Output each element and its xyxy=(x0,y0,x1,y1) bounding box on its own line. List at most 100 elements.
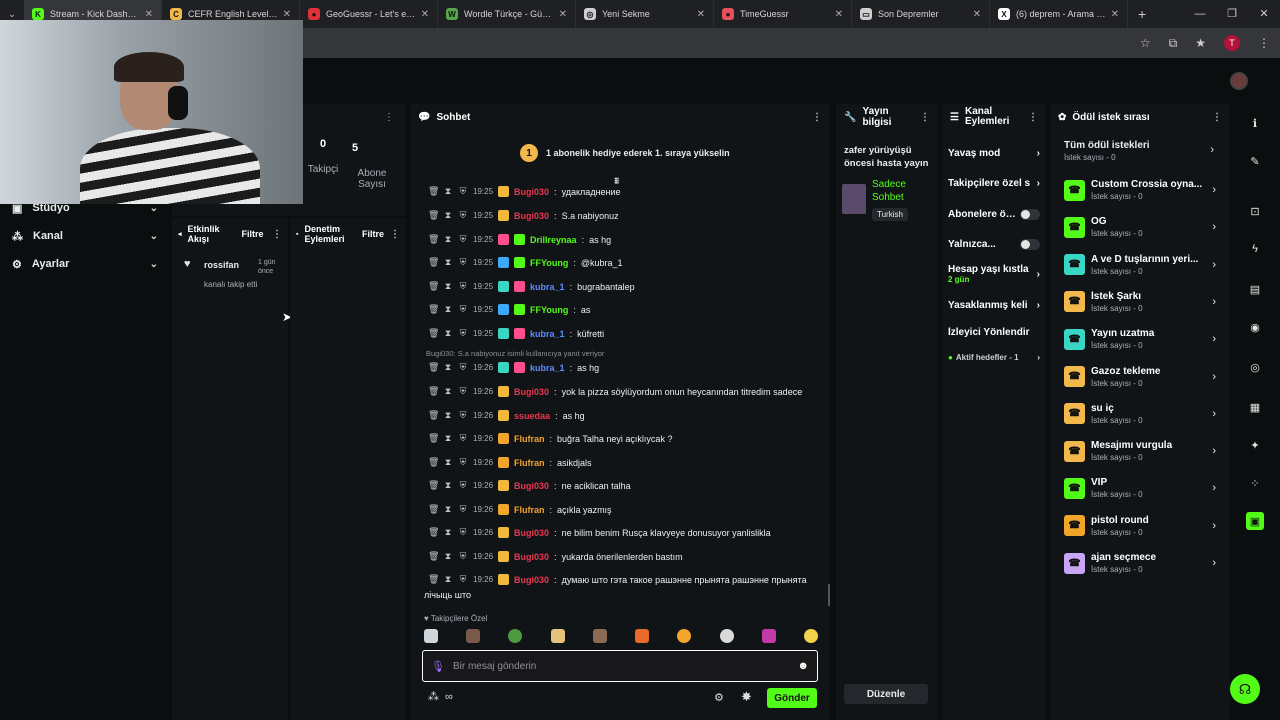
delete-icon[interactable]: 🗑 xyxy=(428,257,439,268)
ban-icon[interactable]: ⛨ xyxy=(458,186,468,197)
emote[interactable] xyxy=(424,629,438,643)
profile-avatar[interactable]: T xyxy=(1224,35,1240,51)
message-user[interactable]: kubra_1 xyxy=(530,329,565,339)
message-user[interactable]: FFYoung xyxy=(530,258,568,268)
chat-menu-icon[interactable]: ⋮ xyxy=(812,112,822,123)
browser-tab[interactable]: ▭ Son Depremler ✕ xyxy=(852,0,990,28)
chat-message[interactable]: 🗑 ⧗ ⛨ 19:26 Flufran: açıkla yazmış xyxy=(428,504,612,515)
channel-action[interactable]: Hesap yaşı kıstla 2 gün › xyxy=(948,264,1040,284)
ban-icon[interactable]: ⛨ xyxy=(458,504,468,515)
timeout-icon[interactable]: ⧗ xyxy=(443,433,453,444)
message-user[interactable]: kubra_1 xyxy=(530,363,565,373)
chat-message[interactable]: 🗑 ⧗ ⛨ 19:25 FFYoung: as xyxy=(428,304,590,315)
ban-icon[interactable]: ⛨ xyxy=(458,304,468,315)
message-user[interactable]: Bugi030 xyxy=(514,575,549,585)
browser-menu-icon[interactable]: ⋮ xyxy=(1258,36,1270,50)
toggle-switch[interactable] xyxy=(1020,209,1040,220)
emote[interactable] xyxy=(550,629,565,643)
restore-icon[interactable]: ❐ xyxy=(1216,0,1248,28)
browser-tab[interactable]: ◎ Yeni Sekme ✕ xyxy=(576,0,714,28)
message-user[interactable]: Flufran xyxy=(514,458,545,468)
chat-message[interactable]: 🗑 ⧗ ⛨ 19:25 Bugi030: удакладнение xyxy=(428,186,621,197)
delete-icon[interactable]: 🗑 xyxy=(428,210,439,221)
timeout-icon[interactable]: ⧗ xyxy=(443,234,453,245)
chat-bubble-icon[interactable]: ◉ xyxy=(1246,318,1264,336)
timeout-icon[interactable]: ⧗ xyxy=(443,186,453,197)
message-user[interactable]: Flufran xyxy=(514,505,545,515)
timeout-icon[interactable]: ⧗ xyxy=(443,527,453,538)
ban-icon[interactable]: ⛨ xyxy=(458,480,468,491)
timeout-icon[interactable]: ⧗ xyxy=(443,257,453,268)
close-tab-icon[interactable]: ✕ xyxy=(283,9,291,20)
ban-icon[interactable]: ⛨ xyxy=(458,210,468,221)
chat-message[interactable]: 🗑 ⧗ ⛨ 19:26 kubra_1: as hg xyxy=(428,362,599,373)
wrench-icon[interactable]: ✦ xyxy=(1246,436,1264,454)
ban-icon[interactable]: ⛨ xyxy=(458,328,468,339)
chat-message-input[interactable]: 🎙 Bir mesaj gönderin ☻ xyxy=(422,650,818,682)
close-tab-icon[interactable]: ✕ xyxy=(421,9,429,20)
ban-icon[interactable]: ⛨ xyxy=(458,386,468,397)
new-tab-button[interactable]: + xyxy=(1128,6,1156,22)
stream-info-menu-icon[interactable]: ⋮ xyxy=(920,112,930,123)
timeout-icon[interactable]: ⧗ xyxy=(443,574,453,585)
ban-icon[interactable]: ⛨ xyxy=(458,551,468,562)
delete-icon[interactable]: 🗑 xyxy=(428,281,439,292)
all-rewards-row[interactable]: Tüm ödül istekleri İstek sayısı - 0 › xyxy=(1064,140,1216,162)
channel-action[interactable]: Takipçilere özel s › xyxy=(948,178,1040,189)
delete-icon[interactable]: 🗑 xyxy=(428,304,439,315)
delete-icon[interactable]: 🗑 xyxy=(428,574,439,585)
emote[interactable] xyxy=(635,629,650,643)
reward-item[interactable]: ☎ su iç İstek sayısı - 0 › xyxy=(1064,398,1216,430)
timeout-icon[interactable]: ⧗ xyxy=(443,328,453,339)
delete-icon[interactable]: 🗑 xyxy=(428,433,439,444)
ban-icon[interactable]: ⛨ xyxy=(458,527,468,538)
emote[interactable] xyxy=(466,629,481,643)
reward-item[interactable]: ☎ pistol round İstek sayısı - 0 › xyxy=(1064,510,1216,542)
users-icon[interactable]: ⁂ xyxy=(428,690,439,703)
message-user[interactable]: ssuedaa xyxy=(514,411,550,421)
emote[interactable] xyxy=(803,629,818,643)
expand-icon[interactable]: ◂ xyxy=(178,230,182,238)
lightning-icon[interactable]: ϟ xyxy=(1246,240,1264,258)
message-user[interactable]: Bugi030 xyxy=(514,211,549,221)
message-user[interactable]: Bugi030 xyxy=(514,481,549,491)
document-icon[interactable]: ▤ xyxy=(1246,280,1264,298)
chat-message[interactable]: 🗑 ⧗ ⛨ 19:26 ssuedaa: as hg xyxy=(428,410,585,421)
clapper-icon[interactable]: ▣ xyxy=(1246,512,1264,530)
chat-message[interactable]: 🗑 ⧗ ⛨ 19:26 Bugi030: ne aciklican talha xyxy=(428,480,631,491)
chat-settings-icon[interactable]: ⚙ xyxy=(714,691,724,704)
delete-icon[interactable]: 🗑 xyxy=(428,328,439,339)
chat-message[interactable]: 🗑 ⧗ ⛨ 19:26 Flufran: buğra Talha neyi aç… xyxy=(428,433,672,444)
emote[interactable] xyxy=(508,629,523,643)
delete-icon[interactable]: 🗑 xyxy=(428,457,439,468)
ban-icon[interactable]: ⛨ xyxy=(458,281,468,292)
extensions-icon[interactable]: ⧉ xyxy=(1169,36,1178,51)
timeout-icon[interactable]: ⧗ xyxy=(443,551,453,562)
reward-item[interactable]: ☎ VIP İstek sayısı - 0 › xyxy=(1064,472,1216,504)
channel-action[interactable]: ● Aktif hedefler - 1 › xyxy=(948,353,1040,362)
delete-icon[interactable]: 🗑 xyxy=(428,234,439,245)
timeout-icon[interactable]: ⧗ xyxy=(443,410,453,421)
support-icon[interactable]: ☊ xyxy=(1230,674,1260,704)
send-button[interactable]: Gönder xyxy=(767,688,817,708)
reward-item[interactable]: ☎ İstek Şarkı İstek sayısı - 0 › xyxy=(1064,286,1216,318)
nodes-icon[interactable]: ⁘ xyxy=(1246,474,1264,492)
message-user[interactable]: Bugi030 xyxy=(514,187,549,197)
toggle-switch[interactable] xyxy=(1020,239,1040,250)
reward-item[interactable]: ☎ OG İstek sayısı - 0 › xyxy=(1064,211,1216,243)
close-tab-icon[interactable]: ✕ xyxy=(1111,9,1119,20)
delete-icon[interactable]: 🗑 xyxy=(428,527,439,538)
channel-actions-menu-icon[interactable]: ⋮ xyxy=(1028,112,1038,123)
badge-icon[interactable]: ✸ xyxy=(741,689,752,705)
sidebar-item[interactable]: ⁂ Kanal ⌄ xyxy=(0,222,170,250)
chat-message[interactable]: 🗑 ⧗ ⛨ 19:26 Bugi030: ne bilim benim Rusç… xyxy=(428,527,771,538)
channel-action[interactable]: Abonelere öz... xyxy=(948,209,1040,220)
pencil-icon[interactable]: ✎ xyxy=(1246,152,1264,170)
delete-icon[interactable]: 🗑 xyxy=(428,480,439,491)
microphone-icon[interactable]: 🎙 xyxy=(431,660,445,673)
delete-icon[interactable]: 🗑 xyxy=(428,410,439,421)
chat-message[interactable]: 🗑 ⧗ ⛨ 19:26 Bugi030: yok la pizza söylüy… xyxy=(428,386,802,397)
delete-icon[interactable]: 🗑 xyxy=(428,551,439,562)
channel-action[interactable]: Yasaklanmış keli › xyxy=(948,300,1040,311)
reward-item[interactable]: ☎ Gazoz tekleme İstek sayısı - 0 › xyxy=(1064,361,1216,393)
